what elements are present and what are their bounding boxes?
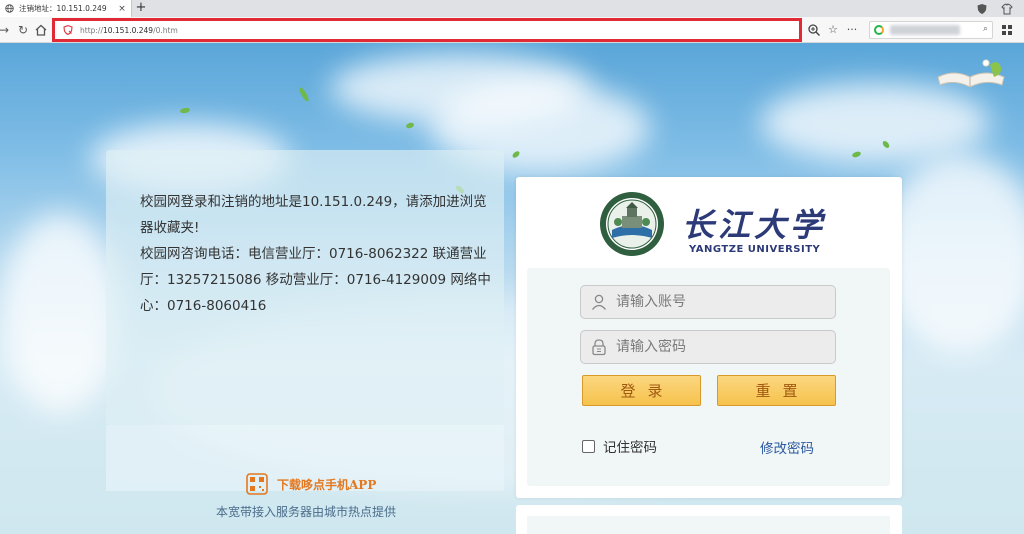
provider-note: 本宽带接入服务器由城市热点提供 — [216, 505, 397, 519]
navigation-bar: → ↻ http:// 10.151.0.249 /0.htm ☆ ··· ⌕ — [0, 17, 1024, 43]
notice-address-line: 校园网登录和注销的地址是10.151.0.249，请添加进浏览器收藏夹! — [140, 194, 487, 236]
remember-password-label: 记住密码 — [603, 440, 657, 456]
open-book-decoration-icon — [937, 59, 1005, 88]
tab-title: 注销地址：10.151.0.249 — [19, 4, 107, 13]
university-name-en: YANGTZE UNIVERSITY — [689, 244, 821, 255]
password-input[interactable] — [616, 339, 816, 355]
address-bar[interactable]: http:// 10.151.0.249 /0.htm — [52, 18, 802, 42]
university-seal-icon — [600, 192, 664, 256]
account-input[interactable] — [616, 294, 816, 310]
browser-tab[interactable]: 注销地址：10.151.0.249 × — [0, 0, 132, 17]
search-blurred-text — [890, 25, 960, 35]
account-field[interactable] — [580, 285, 836, 319]
back-icon[interactable]: → — [0, 22, 11, 38]
search-engine-logo-icon — [874, 25, 884, 35]
url-path: /0.htm — [153, 25, 178, 35]
globe-icon — [5, 4, 14, 13]
user-icon — [591, 294, 607, 310]
more-icon[interactable]: ··· — [845, 22, 859, 38]
remember-password[interactable]: 记住密码 — [582, 436, 657, 456]
tab-close-button[interactable]: × — [116, 4, 128, 14]
shirt-icon[interactable] — [1000, 2, 1014, 16]
reload-icon[interactable]: ↻ — [16, 22, 30, 38]
url-scheme: http:// — [80, 25, 103, 35]
remember-password-checkbox[interactable] — [582, 439, 595, 453]
tab-strip: 注销地址：10.151.0.249 × + — [0, 0, 1024, 17]
zoom-icon[interactable] — [807, 23, 821, 37]
change-password-link[interactable]: 修改密码 — [760, 437, 814, 457]
notice-phone-line: 校园网咨询电话：电信营业厅：0716-8062322 联通营业厅：1325721… — [140, 246, 491, 314]
star-icon[interactable]: ☆ — [826, 22, 840, 38]
download-app-link[interactable]: 下载哆点手机APP — [246, 473, 376, 495]
lock-icon — [592, 339, 606, 356]
login-button[interactable]: 登录 — [582, 375, 701, 406]
university-name-cn: 长江大学 — [682, 206, 827, 244]
url-host: 10.151.0.249 — [102, 25, 154, 35]
new-tab-button[interactable]: + — [134, 1, 148, 15]
search-box[interactable]: ⌕ — [869, 21, 993, 39]
search-icon[interactable]: ⌕ — [983, 24, 988, 34]
password-field[interactable] — [580, 330, 836, 364]
qr-code-icon — [246, 473, 268, 495]
notice-text: 校园网登录和注销的地址是10.151.0.249，请添加进浏览器收藏夹! 校园网… — [140, 189, 492, 319]
shield-badge-icon[interactable] — [975, 2, 989, 16]
reset-button[interactable]: 重置 — [717, 375, 836, 406]
home-icon[interactable] — [34, 24, 48, 36]
security-shield-icon — [63, 25, 73, 35]
download-app-label: 下载哆点手机APP — [277, 477, 377, 492]
secondary-card-panel — [527, 516, 890, 534]
grid-icon[interactable] — [1000, 23, 1014, 37]
